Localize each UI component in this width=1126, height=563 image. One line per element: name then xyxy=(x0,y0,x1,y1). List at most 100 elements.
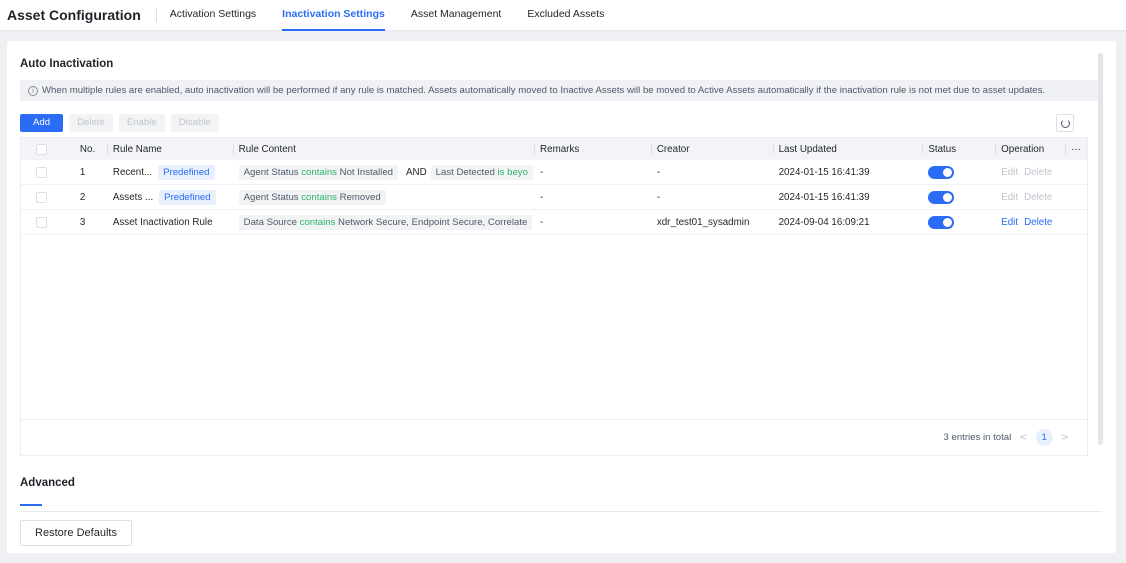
condition-field: Agent Status xyxy=(243,191,299,203)
delete-link[interactable]: Delete xyxy=(1024,167,1052,178)
refresh-button[interactable] xyxy=(1056,114,1074,132)
next-page-icon[interactable]: > xyxy=(1061,432,1069,443)
table-row: 2 Assets ... Predefined Agent Status con… xyxy=(21,185,1087,210)
delete-button[interactable]: Delete xyxy=(69,113,113,132)
col-last-updated: Last Updated xyxy=(772,138,923,160)
add-button[interactable]: Add xyxy=(20,113,64,132)
condition-value: Removed xyxy=(339,191,381,203)
scrollbar-thumb[interactable] xyxy=(1098,53,1103,445)
rule-name-text: Assets ... xyxy=(112,191,154,203)
col-operation: Operation xyxy=(995,138,1065,160)
rule-name-text: Recent... xyxy=(112,166,153,178)
enable-button[interactable]: Enable xyxy=(118,113,165,132)
status-toggle[interactable] xyxy=(928,190,955,204)
disable-button[interactable]: Disable xyxy=(170,113,219,132)
row-rule-name: Assets ... Predefined xyxy=(107,185,233,209)
auto-inactivation-title: Auto Inactivation xyxy=(20,58,114,70)
col-no: No. xyxy=(79,143,96,155)
row-status xyxy=(922,185,995,209)
select-all-checkbox[interactable] xyxy=(35,143,47,155)
top-nav: Asset Configuration Activation Settings … xyxy=(0,0,1126,31)
rule-toolbar: Add Delete Enable Disable xyxy=(20,113,1088,132)
page-title: Asset Configuration xyxy=(7,7,141,23)
row-select-cell xyxy=(21,210,62,234)
row-select-cell xyxy=(21,160,62,184)
row-last-updated: 2024-01-15 16:41:39 xyxy=(778,166,870,178)
row-rule-content: Agent Status contains Removed xyxy=(233,185,534,209)
table-row: 1 Recent... Predefined Agent Status cont… xyxy=(21,160,1087,185)
condition-tag: Data Source contains Network Secure, End… xyxy=(238,214,533,230)
condition-operator: is beyo xyxy=(497,166,528,178)
refresh-icon xyxy=(1060,118,1070,128)
condition-tag: Agent Status contains Not Installed xyxy=(238,164,398,180)
edit-link[interactable]: Edit xyxy=(1001,217,1018,228)
select-all-cell xyxy=(21,138,62,160)
condition-operator: contains xyxy=(299,216,336,228)
row-no: 1 xyxy=(79,166,86,178)
row-operation: Edit Delete xyxy=(995,160,1065,184)
advanced-divider xyxy=(20,511,1102,512)
table-row: 3 Asset Inactivation Rule Data Source co… xyxy=(21,210,1087,235)
edit-link[interactable]: Edit xyxy=(1001,192,1018,203)
total-entries: 3 entries in total xyxy=(943,432,1012,443)
row-operation: Edit Delete xyxy=(995,210,1065,234)
tab-inactivation-settings[interactable]: Inactivation Settings xyxy=(282,0,385,31)
row-last-updated: 2024-09-04 16:09:21 xyxy=(778,216,870,228)
predefined-tag: Predefined xyxy=(159,189,216,205)
rule-name-text: Asset Inactivation Rule xyxy=(112,216,213,228)
info-banner: i When multiple rules are enabled, auto … xyxy=(20,80,1102,101)
row-rule-name: Recent... Predefined xyxy=(107,160,233,184)
row-operation: Edit Delete xyxy=(995,185,1065,209)
delete-link[interactable]: Delete xyxy=(1024,217,1052,228)
pagination: 3 entries in total < 1 > xyxy=(21,419,1087,455)
info-circle-icon: i xyxy=(28,85,38,96)
column-settings-icon[interactable]: ··· xyxy=(1065,138,1087,160)
row-remarks: - xyxy=(540,166,544,178)
row-checkbox[interactable] xyxy=(35,191,47,203)
condition-field: Last Detected xyxy=(435,166,495,178)
restore-defaults-button[interactable]: Restore Defaults xyxy=(20,520,132,546)
row-creator: - xyxy=(656,166,661,178)
status-toggle[interactable] xyxy=(928,215,955,229)
row-remarks: - xyxy=(540,191,544,203)
col-rule-name: Rule Name xyxy=(106,138,233,160)
delete-link[interactable]: Delete xyxy=(1024,192,1052,203)
content-card: Auto Inactivation i When multiple rules … xyxy=(7,41,1116,553)
row-creator: - xyxy=(656,191,661,203)
condition-tag: Agent Status contains Removed xyxy=(238,189,386,205)
title-divider xyxy=(155,8,157,22)
row-select-cell xyxy=(21,185,62,209)
condition-operator: contains xyxy=(301,166,337,178)
page-number[interactable]: 1 xyxy=(1035,429,1053,446)
row-more-cell xyxy=(1065,185,1087,209)
status-toggle[interactable] xyxy=(928,165,955,179)
condition-tag: Last Detected is beyo xyxy=(430,164,533,180)
row-more-cell xyxy=(1065,160,1087,184)
row-no: 2 xyxy=(79,191,86,203)
col-creator: Creator xyxy=(650,138,773,160)
condition-field: Agent Status xyxy=(243,166,299,178)
condition-value: Network Secure, Endpoint Secure, Correla… xyxy=(338,216,528,228)
advanced-title: Advanced xyxy=(20,477,75,489)
prev-page-icon[interactable]: < xyxy=(1019,432,1027,443)
advanced-tab-indicator xyxy=(20,504,42,506)
row-rule-name: Asset Inactivation Rule xyxy=(107,210,233,234)
tab-asset-management[interactable]: Asset Management xyxy=(411,0,501,31)
edit-link[interactable]: Edit xyxy=(1001,167,1018,178)
row-checkbox[interactable] xyxy=(35,216,47,228)
condition-field: Data Source xyxy=(243,216,297,228)
row-status xyxy=(922,210,995,234)
info-text: When multiple rules are enabled, auto in… xyxy=(42,85,1046,96)
predefined-tag: Predefined xyxy=(158,164,215,180)
row-checkbox[interactable] xyxy=(35,166,47,178)
row-remarks: - xyxy=(540,216,544,228)
tab-excluded-assets[interactable]: Excluded Assets xyxy=(527,0,604,31)
tab-activation-settings[interactable]: Activation Settings xyxy=(170,0,256,31)
table-header: No. Rule Name Rule Content Remarks Creat… xyxy=(21,138,1087,160)
col-rule-content: Rule Content xyxy=(232,138,534,160)
col-remarks: Remarks xyxy=(534,138,651,160)
row-more-cell xyxy=(1065,210,1087,234)
condition-value: Not Installed xyxy=(339,166,393,178)
condition-and: AND xyxy=(405,166,427,178)
rules-table: No. Rule Name Rule Content Remarks Creat… xyxy=(20,137,1088,456)
